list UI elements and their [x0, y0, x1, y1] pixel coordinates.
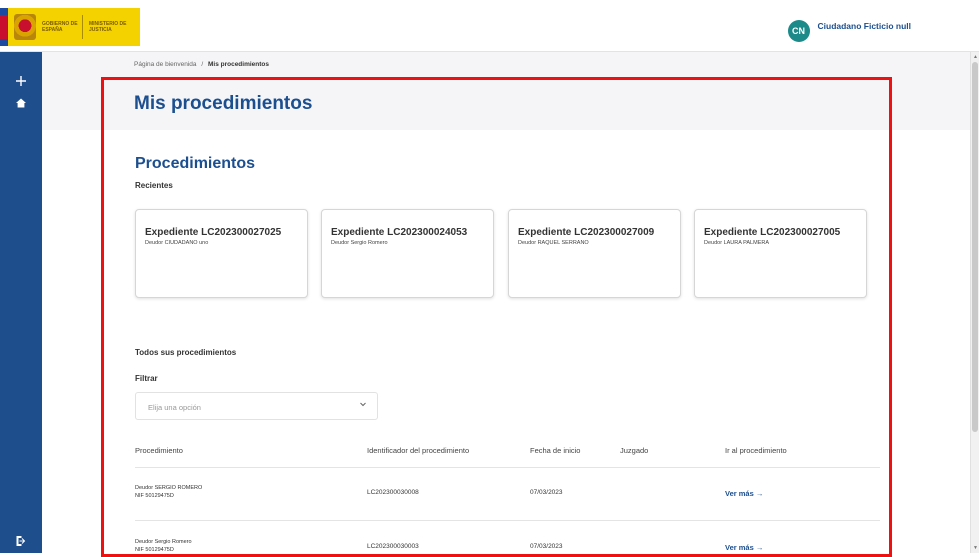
scroll-up-icon[interactable]: ▲ — [971, 54, 979, 60]
row-debtor: Deudor SERGIO ROMERO — [135, 485, 203, 491]
filter-label: Filtrar — [135, 374, 158, 383]
page-title: Mis procedimientos — [134, 93, 313, 114]
vertical-scrollbar[interactable]: ▲ ▼ — [970, 52, 979, 553]
logout-icon[interactable] — [0, 534, 42, 550]
section-title: Procedimientos — [135, 155, 256, 172]
ministry-text: MINISTERIO DE JUSTICIA — [89, 21, 127, 33]
logo-divider — [82, 15, 83, 39]
card-debtor: Deudor RAQUEL SERRANO — [518, 240, 589, 246]
filter-placeholder: Elija una opción — [148, 403, 201, 412]
row-identifier: LC202300030008 — [367, 489, 419, 496]
recent-card[interactable]: Expediente LC202300027005 Deudor LAURA P… — [694, 209, 867, 298]
breadcrumb: Página de bienvenida / Mis procedimiento… — [134, 61, 269, 68]
breadcrumb-separator: / — [201, 61, 204, 68]
highlight-box — [101, 77, 892, 557]
row-nif: NIF 50129475D — [135, 493, 174, 499]
card-debtor: Deudor Sergio Romero — [331, 240, 388, 246]
recent-card[interactable]: Expediente LC202300027009 Deudor RAQUEL … — [508, 209, 681, 298]
card-debtor: Deudor LAURA PALMERA — [704, 240, 770, 246]
page-header-area: Página de bienvenida / Mis procedimiento… — [42, 52, 970, 130]
scroll-thumb[interactable] — [972, 62, 978, 432]
sidebar — [0, 52, 42, 553]
coat-of-arms-icon — [14, 14, 36, 40]
recent-card[interactable]: Expediente LC202300024053 Deudor Sergio … — [321, 209, 494, 298]
table-header-court: Juzgado — [620, 446, 649, 455]
all-procedures-label: Todos sus procedimientos — [135, 348, 237, 357]
breadcrumb-home-link[interactable]: Página de bienvenida — [134, 61, 197, 68]
user-menu[interactable]: CN Ciudadano Ficticio null — [787, 14, 912, 42]
row-debtor: Deudor Sergio Romero — [135, 539, 192, 545]
avatar[interactable]: CN — [787, 20, 810, 42]
card-title: Expediente LC202300024053 — [331, 227, 468, 238]
spain-flag-strip — [0, 8, 8, 46]
user-name[interactable]: Ciudadano Ficticio null — [818, 21, 912, 31]
plus-icon[interactable] — [0, 74, 42, 90]
ver-mas-link[interactable]: Ver más → — [725, 489, 763, 498]
card-title: Expediente LC202300027005 — [704, 227, 841, 238]
home-icon[interactable] — [0, 96, 42, 112]
government-logo[interactable]: GOBIERNO DE ESPAÑA MINISTERIO DE JUSTICI… — [0, 8, 140, 46]
recent-label: Recientes — [135, 181, 173, 190]
row-start-date: 07/03/2023 — [530, 543, 563, 550]
government-text: GOBIERNO DE ESPAÑA — [42, 21, 78, 33]
scroll-down-icon[interactable]: ▼ — [971, 545, 979, 551]
ver-mas-link[interactable]: Ver más → — [725, 543, 763, 552]
breadcrumb-current: Mis procedimientos — [207, 61, 270, 68]
chevron-down-icon — [359, 400, 367, 410]
row-start-date: 07/03/2023 — [530, 489, 563, 496]
table-header-identifier: Identificador del procedimiento — [367, 446, 470, 455]
top-header: GOBIERNO DE ESPAÑA MINISTERIO DE JUSTICI… — [0, 0, 979, 52]
card-debtor: Deudor CIUDADANO uno — [145, 240, 209, 246]
table-header-start-date: Fecha de inicio — [530, 446, 581, 455]
card-title: Expediente LC202300027025 — [145, 227, 282, 238]
filter-select[interactable]: Elija una opción — [135, 392, 378, 420]
table-header-procedure: Procedimiento — [135, 446, 183, 455]
table-header-go-to: Ir al procedimiento — [725, 446, 787, 455]
table-divider — [135, 520, 880, 521]
card-title: Expediente LC202300027009 — [518, 227, 655, 238]
row-identifier: LC202300030003 — [367, 543, 419, 550]
table-divider — [135, 467, 880, 468]
recent-card[interactable]: Expediente LC202300027025 Deudor CIUDADA… — [135, 209, 308, 298]
